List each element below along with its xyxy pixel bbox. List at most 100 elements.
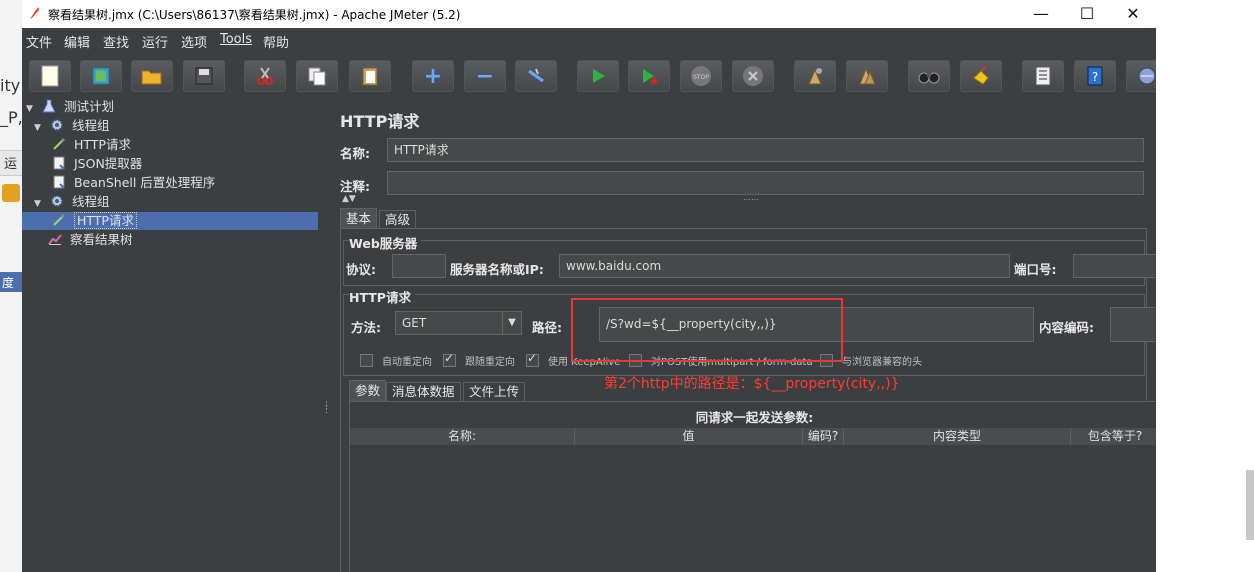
expand-triangle-icon[interactable]: ▼ <box>34 119 46 137</box>
tree-node-test-plan[interactable]: ▼ 测试计划 <box>26 98 114 116</box>
function-helper-button[interactable] <box>1022 60 1064 92</box>
tab-basic[interactable]: 基本 <box>340 208 378 229</box>
tree-node-label: BeanShell 后置处理程序 <box>73 175 216 190</box>
encoding-field[interactable] <box>1110 307 1156 342</box>
tree-node-thread-group-2[interactable]: ▼ 线程组 <box>34 193 109 211</box>
collapse-arrows-icon[interactable]: ▲▼ <box>342 194 356 204</box>
column-header-content-type[interactable]: 内容类型 <box>844 428 1071 445</box>
checkbox-box <box>360 354 373 367</box>
clear-button[interactable] <box>794 60 836 92</box>
protocol-field[interactable] <box>392 254 446 278</box>
search-button[interactable] <box>908 60 950 92</box>
tree-node-json-extractor[interactable]: JSON提取器 <box>52 155 142 173</box>
method-select[interactable]: GET ▼ <box>395 311 522 335</box>
column-header-encode[interactable]: 编码? <box>803 428 844 445</box>
comment-field[interactable] <box>387 171 1144 195</box>
menu-tools[interactable]: Tools <box>220 32 252 47</box>
server-field[interactable]: www.baidu.com <box>559 254 1010 278</box>
open-button[interactable] <box>131 60 173 92</box>
collapse-button[interactable]: − <box>464 60 506 92</box>
start-no-pause-button[interactable] <box>628 60 670 92</box>
encoding-label: 内容编码: <box>1039 320 1094 335</box>
close-button[interactable]: ✕ <box>1110 0 1156 28</box>
clear-all-button[interactable] <box>846 60 888 92</box>
menu-edit[interactable]: 编辑 <box>64 32 90 51</box>
tree-node-beanshell[interactable]: BeanShell 后置处理程序 <box>52 174 215 192</box>
background-app-right <box>1156 0 1254 572</box>
column-header-name[interactable]: 名称: <box>350 428 575 445</box>
split-pane-divider[interactable]: ⋮ ⋮ <box>319 96 331 572</box>
follow-redirect-checkbox[interactable]: 跟随重定向 <box>443 351 515 368</box>
expand-triangle-icon[interactable]: ▼ <box>26 100 38 118</box>
toggle-icon <box>528 68 544 83</box>
copy-icon <box>308 67 326 86</box>
svg-text:?: ? <box>1092 70 1098 84</box>
expand-button[interactable]: + <box>412 60 454 92</box>
resize-grip-icon[interactable]: ⋯⋯ <box>743 195 759 204</box>
tab-advanced[interactable]: 高级 <box>379 210 417 229</box>
tree-node-label: 察看结果树 <box>69 232 133 247</box>
help-icon: ? <box>1087 66 1103 86</box>
clear-all-icon <box>859 67 876 85</box>
new-button[interactable] <box>29 60 71 92</box>
copy-button[interactable] <box>296 60 338 92</box>
tab-body-data[interactable]: 消息体数据 <box>386 382 461 401</box>
start-button[interactable] <box>577 60 619 92</box>
cut-button[interactable] <box>244 60 286 92</box>
gear-icon <box>50 119 63 131</box>
web-server-title: Web服务器 <box>349 233 422 252</box>
element-editor-panel: HTTP请求 名称: HTTP请求 注释: ▲▼ ⋯⋯ 基本 高级 Web服务器… <box>329 96 1156 572</box>
tree-node-http-request-1[interactable]: HTTP请求 <box>52 136 131 154</box>
stop-button[interactable]: STOP <box>680 60 722 92</box>
tree-node-label: 线程组 <box>71 194 110 209</box>
minimize-button[interactable]: — <box>1018 0 1064 28</box>
menu-file[interactable]: 文件 <box>26 32 52 51</box>
shutdown-button[interactable] <box>732 60 774 92</box>
toggle-button[interactable] <box>515 60 557 92</box>
background-app-left: ity _P, 运 度 <box>0 0 22 572</box>
jmeter-feather-icon <box>30 7 39 19</box>
tree-node-thread-group-1[interactable]: ▼ 线程组 <box>34 117 109 135</box>
tab-file-upload[interactable]: 文件上传 <box>463 382 526 401</box>
menu-help[interactable]: 帮助 <box>263 32 289 51</box>
chevron-down-icon[interactable]: ▼ <box>502 312 521 334</box>
checkbox-label: 与浏览器兼容的头 <box>842 357 922 368</box>
server-label: 服务器名称或IP: <box>450 262 544 277</box>
menu-run[interactable]: 运行 <box>142 32 168 51</box>
name-field[interactable]: HTTP请求 <box>387 138 1144 162</box>
remote-icon <box>1138 67 1156 85</box>
cut-icon <box>257 67 273 85</box>
title-bar: 察看结果树.jmx (C:\Users\86137\察看结果树.jmx) - A… <box>22 0 1156 28</box>
remote-button[interactable] <box>1126 60 1156 92</box>
tree-node-label: JSON提取器 <box>73 156 143 171</box>
reset-search-button[interactable] <box>960 60 1002 92</box>
tree-node-http-request-2[interactable]: HTTP请求 <box>22 212 318 230</box>
auto-redirect-checkbox[interactable]: 自动重定向 <box>360 353 432 368</box>
checkbox-box <box>526 351 539 367</box>
tree-node-label: HTTP请求 <box>73 137 131 152</box>
tree-node-view-results-tree[interactable]: 察看结果树 <box>48 231 133 249</box>
jmeter-window: 察看结果树.jmx (C:\Users\86137\察看结果树.jmx) - A… <box>22 0 1156 572</box>
search-icon <box>918 72 940 84</box>
save-button[interactable] <box>183 60 225 92</box>
pipette-icon <box>53 213 66 226</box>
expand-triangle-icon[interactable]: ▼ <box>34 195 46 213</box>
menu-search[interactable]: 查找 <box>103 32 129 51</box>
menu-bar: 文件 编辑 查找 运行 选项 Tools 帮助 <box>22 28 1156 53</box>
parameters-table: 同请求一起发送参数: 名称: 值 编码? 内容类型 包含等于? <box>349 401 1156 572</box>
shutdown-icon <box>743 66 763 86</box>
checkbox-label: 跟随重定向 <box>465 357 515 368</box>
templates-button[interactable] <box>80 60 122 92</box>
help-button[interactable]: ? <box>1074 60 1116 92</box>
column-header-include-equals[interactable]: 包含等于? <box>1071 428 1156 445</box>
tab-parameters[interactable]: 参数 <box>349 380 387 401</box>
drag-handle-icon[interactable]: ⋮ ⋮ <box>322 402 331 416</box>
port-field[interactable] <box>1073 254 1156 278</box>
paste-button[interactable] <box>349 60 391 92</box>
maximize-button[interactable]: ☐ <box>1064 0 1110 28</box>
clear-icon <box>808 68 822 85</box>
column-header-value[interactable]: 值 <box>575 428 803 445</box>
bg-text-fragment: 度 <box>2 276 15 290</box>
bg-text-fragment: 运 <box>4 157 18 172</box>
menu-options[interactable]: 选项 <box>181 32 207 51</box>
